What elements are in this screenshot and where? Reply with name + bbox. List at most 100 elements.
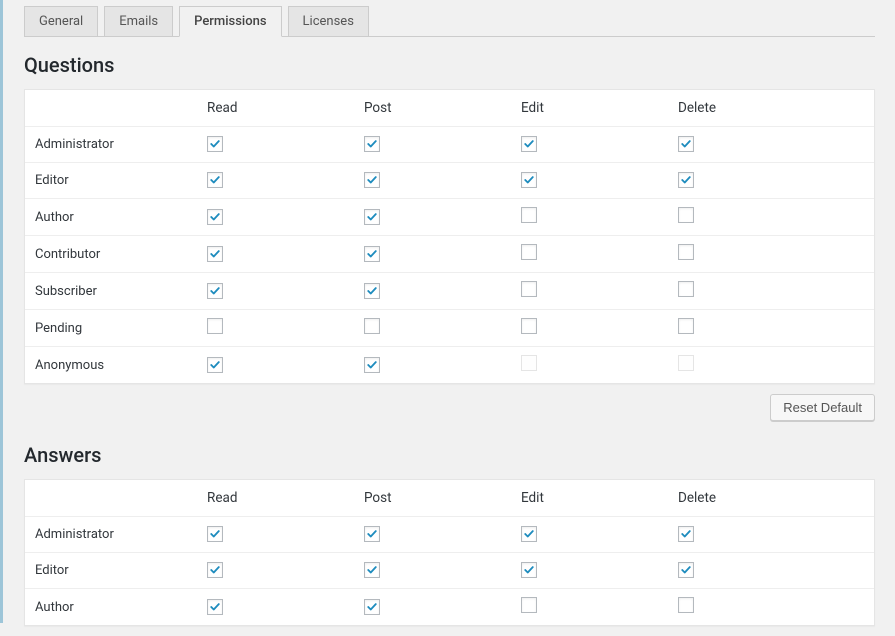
permissions-table-answers: ReadPostEditDeleteAdministratorEditorAut… [24,479,875,626]
table-row: Editor [25,552,874,588]
permission-checkbox[interactable] [364,283,380,299]
reset-default-button[interactable]: Reset Default [770,394,875,421]
permission-checkbox [678,355,694,371]
permission-checkbox[interactable] [364,357,380,373]
checkmark-icon [367,602,377,612]
permission-checkbox[interactable] [678,318,694,334]
tab-emails[interactable]: Emails [104,6,173,37]
cap-cell [668,236,825,272]
table-row: Editor [25,162,874,198]
permission-checkbox[interactable] [521,136,537,152]
checkmark-icon [681,565,691,575]
cap-cell [197,554,354,587]
tab-general[interactable]: General [24,6,98,37]
permission-checkbox[interactable] [678,562,694,578]
permission-checkbox[interactable] [678,244,694,260]
permission-checkbox[interactable] [207,283,223,299]
checkmark-icon [367,175,377,185]
permission-checkbox[interactable] [364,136,380,152]
cap-cell [354,275,511,308]
permission-checkbox[interactable] [678,281,694,297]
checkmark-icon [367,565,377,575]
cap-cell [354,128,511,161]
permission-checkbox[interactable] [521,597,537,613]
permission-checkbox[interactable] [364,526,380,542]
permission-checkbox[interactable] [364,562,380,578]
permission-checkbox[interactable] [207,209,223,225]
permission-checkbox[interactable] [207,246,223,262]
cap-cell [511,518,668,551]
cap-cell [511,589,668,625]
table-header: ReadPostEditDelete [25,480,874,516]
role-label: Editor [25,555,197,586]
cap-cell [354,591,511,624]
cap-cell [197,518,354,551]
header-delete: Delete [668,482,825,514]
permissions-table-questions: ReadPostEditDeleteAdministratorEditor Aut… [24,89,875,384]
header-edit: Edit [511,92,668,124]
header-delete: Delete [668,92,825,124]
table-row: Administrator [25,516,874,552]
cap-cell [197,201,354,234]
permission-checkbox[interactable] [207,599,223,615]
cap-cell [197,164,354,197]
table-row: Administrator [25,126,874,162]
cap-cell [668,199,825,235]
permission-checkbox[interactable] [521,318,537,334]
permission-checkbox[interactable] [207,562,223,578]
checkmark-icon [524,529,534,539]
permission-checkbox[interactable] [678,526,694,542]
settings-page: { "tabs": [ { "id":"general", "label":"G… [0,0,895,626]
cap-cell [354,518,511,551]
cap-cell [354,554,511,587]
permission-checkbox[interactable] [678,207,694,223]
permission-checkbox[interactable] [678,172,694,188]
permission-checkbox[interactable] [521,244,537,260]
permission-checkbox[interactable] [521,281,537,297]
header-read: Read [197,92,354,124]
checkmark-icon [210,212,220,222]
cap-cell [197,128,354,161]
permission-checkbox[interactable] [364,209,380,225]
permission-checkbox[interactable] [207,318,223,334]
cap-cell [354,349,511,382]
cap-cell [668,589,825,625]
section-title-questions: Questions [24,53,875,77]
reset-row: Reset Default [24,394,875,421]
permission-checkbox[interactable] [207,357,223,373]
permission-checkbox[interactable] [364,172,380,188]
permission-checkbox[interactable] [678,597,694,613]
permission-checkbox[interactable] [364,318,380,334]
tab-bar: GeneralEmailsPermissionsLicenses [24,0,875,37]
table-row: Subscriber [25,272,874,309]
permission-checkbox[interactable] [207,136,223,152]
permission-checkbox[interactable] [521,526,537,542]
cap-cell [511,273,668,309]
permission-checkbox[interactable] [364,246,380,262]
cap-cell [511,199,668,235]
cap-cell [668,518,825,551]
permission-checkbox[interactable] [207,526,223,542]
table-header: ReadPostEditDelete [25,90,874,126]
role-label: Contributor [25,239,197,270]
checkmark-icon [210,360,220,370]
checkmark-icon [681,175,691,185]
permission-checkbox[interactable] [521,207,537,223]
checkmark-icon [524,565,534,575]
permission-checkbox[interactable] [364,599,380,615]
checkmark-icon [524,175,534,185]
section-title-answers: Answers [24,443,875,467]
cap-cell [511,164,668,197]
permission-checkbox[interactable] [521,172,537,188]
cap-cell [354,201,511,234]
tab-licenses[interactable]: Licenses [288,6,369,37]
table-row: Contributor [25,235,874,272]
permission-checkbox[interactable] [678,136,694,152]
tab-permissions[interactable]: Permissions [179,6,281,37]
permission-checkbox[interactable] [521,562,537,578]
permission-checkbox[interactable] [207,172,223,188]
role-label: Author [25,202,197,233]
cap-cell [511,347,668,383]
checkmark-icon [210,529,220,539]
checkmark-icon [367,360,377,370]
